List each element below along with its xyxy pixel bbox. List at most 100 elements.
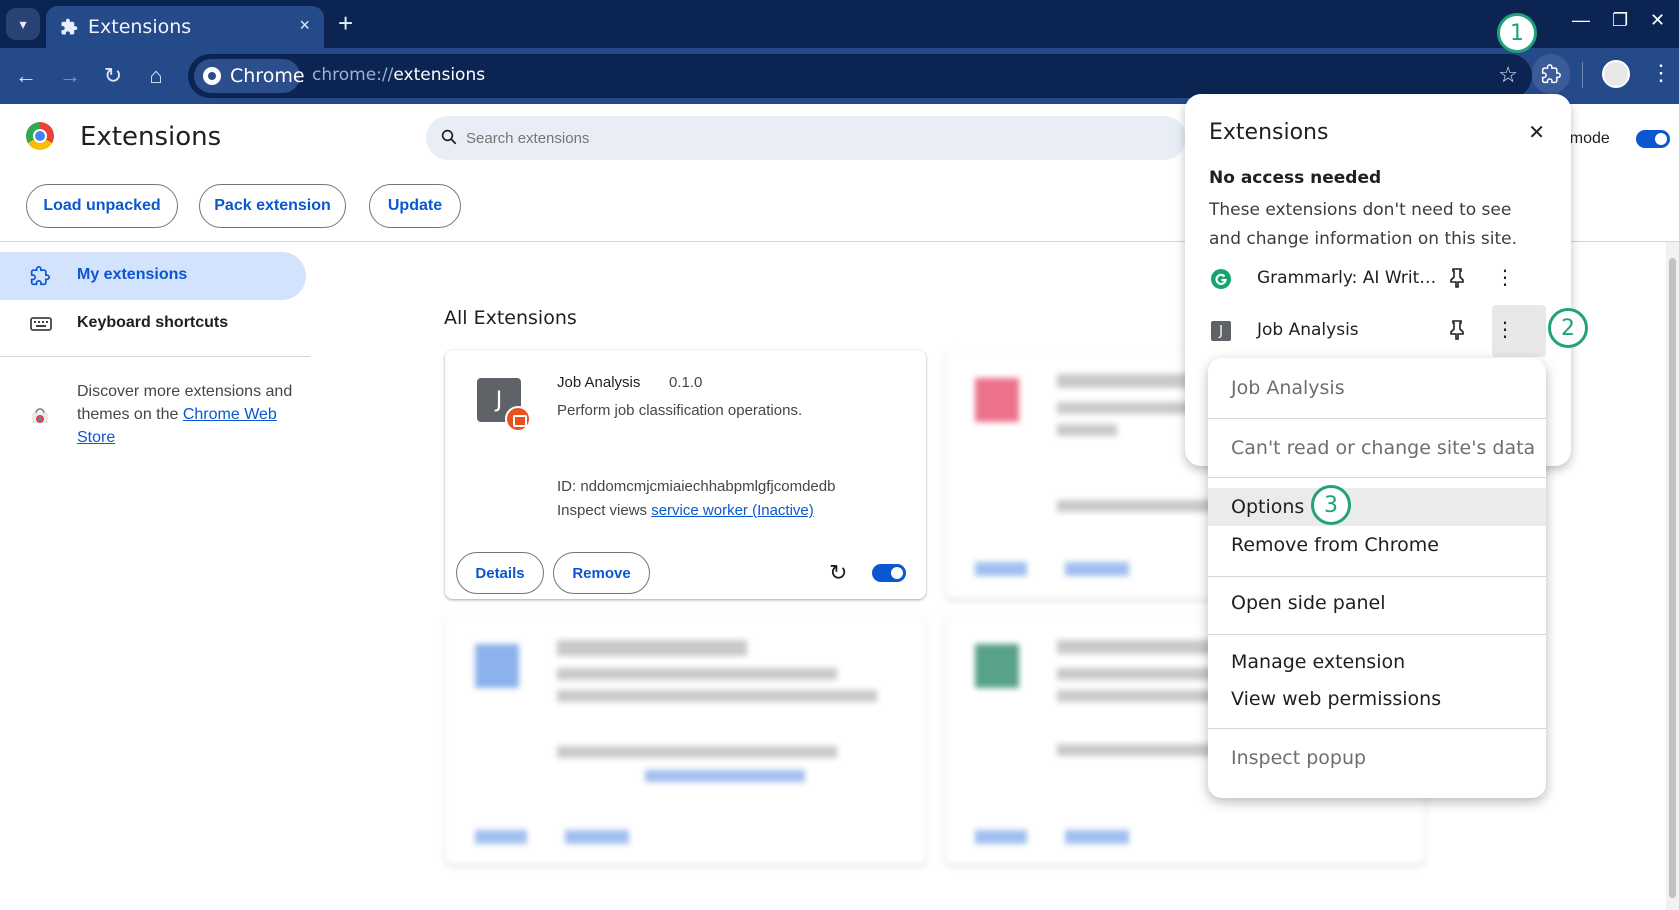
popup-item-grammarly[interactable]: Grammarly: AI Writ… ⋮ [1185,257,1571,301]
grammarly-icon [1211,269,1231,289]
menu-divider [1208,477,1546,478]
page-scrollbar[interactable] [1666,242,1679,910]
load-unpacked-button[interactable]: Load unpacked [26,184,178,228]
menu-divider [1208,634,1546,635]
reload-icon[interactable]: ↻ [99,62,127,90]
search-input[interactable] [466,126,1166,150]
url-text[interactable]: chrome://extensions [312,65,485,85]
extension-version: 0.1.0 [669,374,703,391]
sidebar-divider [0,356,310,357]
remove-button[interactable]: Remove [553,552,650,594]
restore-button[interactable]: ❐ [1612,10,1628,31]
chrome-menu-icon[interactable]: ⋮ [1650,60,1672,86]
menu-item-options[interactable]: Options [1208,488,1546,526]
service-worker-link[interactable]: service worker (Inactive) [651,502,814,519]
puzzle-icon [1541,64,1561,84]
forward-arrow-icon[interactable]: → [56,62,84,90]
menu-item-side-panel[interactable]: Open side panel [1208,584,1546,622]
pin-icon[interactable] [1447,267,1467,289]
close-window-button[interactable]: ✕ [1650,10,1665,31]
bookmark-star-icon[interactable]: ☆ [1498,62,1518,88]
more-options-icon[interactable]: ⋮ [1495,317,1515,341]
menu-item-manage[interactable]: Manage extension [1208,643,1546,681]
developer-mode-toggle[interactable] [1636,130,1670,148]
blurred-button [1065,830,1129,844]
blurred-line [557,746,837,758]
step-badge-3: 3 [1311,485,1351,525]
extension-description: Perform job classification operations. [557,402,803,419]
blurred-line [1057,424,1117,436]
home-icon[interactable]: ⌂ [142,62,170,90]
page-title: Extensions [80,122,222,152]
search-icon [441,129,457,145]
popup-item-name: Job Analysis [1257,320,1359,340]
reload-icon[interactable]: ↻ [829,560,847,586]
blurred-button [975,830,1027,844]
discover-text: Discover more extensions and themes on t… [77,380,297,449]
sidebar-item-my-extensions[interactable]: My extensions [0,252,306,300]
all-extensions-heading: All Extensions [444,307,577,329]
extensions-toolbar-button[interactable] [1532,54,1570,94]
blurred-line [557,668,837,680]
menu-divider [1208,728,1546,729]
popup-item-job-analysis[interactable]: J Job Analysis ⋮ [1185,309,1571,353]
menu-item-remove[interactable]: Remove from Chrome [1208,526,1546,564]
popup-item-name: Grammarly: AI Writ… [1257,268,1437,288]
new-tab-button[interactable]: + [338,9,353,37]
tab-strip: ▾ Extensions × + — ❐ ✕ [0,0,1679,48]
search-bar[interactable] [426,116,1186,160]
extension-icon [30,266,50,286]
address-bar[interactable]: Chrome chrome://extensions ☆ [188,54,1532,98]
extension-enable-toggle[interactable] [872,564,906,582]
update-button[interactable]: Update [369,184,461,228]
blurred-button [975,562,1027,576]
record-badge-icon [505,406,531,432]
keyboard-icon [30,317,52,331]
blurred-button [1065,562,1129,576]
pack-extension-button[interactable]: Pack extension [199,184,346,228]
popup-title: Extensions [1209,120,1329,145]
sidebar: My extensions Keyboard shortcuts [0,250,310,910]
tab-search-button[interactable]: ▾ [6,8,40,40]
extension-name: Job Analysis [557,374,641,391]
chrome-icon [203,67,221,85]
more-options-icon[interactable]: ⋮ [1495,265,1515,289]
chevron-down-icon: ▾ [19,15,27,32]
step-badge-1: 1 [1497,13,1537,53]
profile-avatar[interactable] [1602,60,1630,88]
blurred-icon [475,644,519,688]
sidebar-item-label: Keyboard shortcuts [77,314,229,331]
blurred-link [645,770,805,782]
extension-card-blurred [445,616,926,865]
inspect-views: Inspect views service worker (Inactive) [557,502,814,519]
blurred-button [475,830,527,844]
puzzle-icon [61,18,78,35]
step-badge-2: 2 [1548,308,1588,348]
extension-context-menu: Job Analysis Can't read or change site's… [1208,358,1546,798]
chrome-logo-icon [26,122,54,150]
menu-item-inspect-popup: Inspect popup [1231,747,1367,769]
chip-label: Chrome [230,65,305,87]
pin-icon[interactable] [1447,319,1467,341]
sidebar-item-label: My extensions [77,266,188,283]
details-button[interactable]: Details [456,552,544,594]
popup-close-icon[interactable]: ✕ [1528,120,1545,144]
menu-item-permissions[interactable]: View web permissions [1208,680,1546,718]
omnibox-chip[interactable]: Chrome [194,59,305,93]
tab-extensions[interactable]: Extensions × [46,6,324,48]
menu-divider [1208,576,1546,577]
popup-description: These extensions don't need to see and c… [1209,200,1517,249]
job-analysis-icon: J [1211,321,1231,341]
blurred-button [565,830,629,844]
inspect-label: Inspect views [557,502,652,519]
tab-close-icon[interactable]: × [299,15,310,36]
blurred-line [557,690,877,702]
toolbar-divider [1582,62,1583,88]
sidebar-item-keyboard-shortcuts[interactable]: Keyboard shortcuts [0,300,306,348]
blurred-icon [975,378,1019,422]
minimize-button[interactable]: — [1572,10,1590,31]
back-arrow-icon[interactable]: ← [12,62,40,90]
blurred-icon [975,644,1019,688]
scrollbar-thumb[interactable] [1669,258,1676,898]
tab-title: Extensions [88,16,192,38]
